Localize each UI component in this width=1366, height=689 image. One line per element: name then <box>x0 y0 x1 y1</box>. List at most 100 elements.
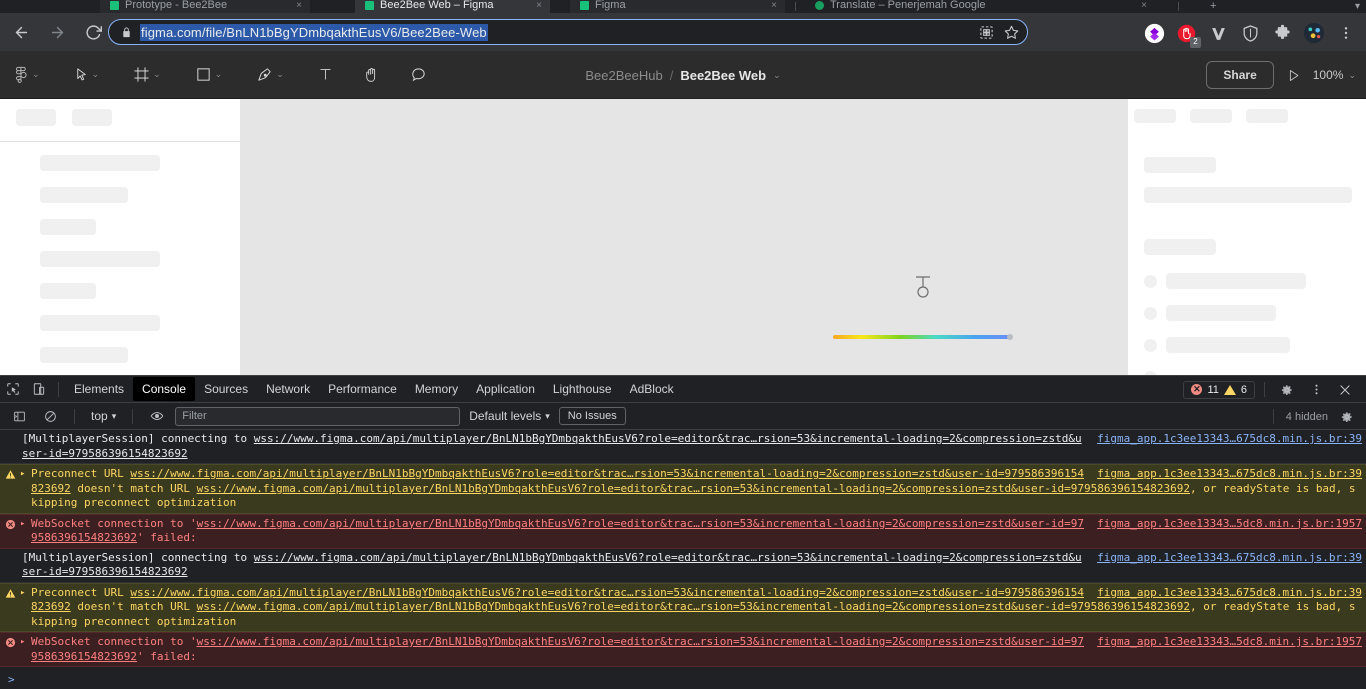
tab-sources[interactable]: Sources <box>195 377 257 401</box>
chevron-down-icon[interactable]: ⌄ <box>773 70 781 81</box>
context-selector[interactable]: top ▾ <box>86 407 121 425</box>
console-message[interactable]: ▸ figma_app.1c3ee13343…5dc8.min.js.br:19… <box>0 632 1366 667</box>
console-sidebar-icon[interactable] <box>6 403 32 429</box>
star-icon[interactable] <box>1004 25 1019 40</box>
tab-close-icon[interactable]: × <box>528 0 542 11</box>
clear-console-icon[interactable] <box>37 403 63 429</box>
tab-favicon <box>110 1 119 10</box>
figma-canvas[interactable]: ? <box>0 99 1366 375</box>
message-source-link[interactable]: figma_app.1c3ee13343…5dc8.min.js.br:1957 <box>1087 517 1362 532</box>
error-circle-icon <box>4 518 17 531</box>
tab-memory[interactable]: Memory <box>406 377 467 401</box>
tab-favicon <box>815 1 824 10</box>
frame-icon[interactable]: ⌄ <box>127 59 167 91</box>
chevron-down-icon[interactable]: ⌄ <box>32 69 40 80</box>
divider <box>1272 409 1274 424</box>
text-t-icon[interactable] <box>312 59 339 91</box>
console-message[interactable]: figma_app.1c3ee13343…675dc8.min.js.br:39… <box>0 548 1366 583</box>
console-message[interactable]: ▸ figma_app.1c3ee13343…675dc8.min.js.br:… <box>0 464 1366 514</box>
console-message[interactable]: figma_app.1c3ee13343…675dc8.min.js.br:39… <box>0 430 1366 464</box>
expand-arrow-icon[interactable]: ▸ <box>20 517 25 532</box>
browser-tab-2[interactable]: Figma × <box>570 0 785 13</box>
error-count: 11 <box>1207 383 1219 396</box>
rectangle-icon[interactable]: ⌄ <box>189 59 229 91</box>
three-dot-menu-icon[interactable] <box>1332 19 1360 47</box>
expand-arrow-icon[interactable]: ▸ <box>20 635 25 650</box>
figma-properties-panel-skeleton <box>1128 99 1366 375</box>
filter-input[interactable] <box>175 406 461 426</box>
figma-extension-icon[interactable] <box>1140 19 1168 47</box>
error-circle-icon <box>4 636 17 649</box>
live-expression-eye-icon[interactable] <box>144 403 170 429</box>
gear-icon[interactable] <box>1274 377 1300 403</box>
console-message-list[interactable]: figma_app.1c3ee13343…675dc8.min.js.br:39… <box>0 430 1366 689</box>
tab-network[interactable]: Network <box>257 377 319 401</box>
breadcrumb-project[interactable]: Bee2BeeHub <box>585 68 662 83</box>
tab-close-icon[interactable]: × <box>288 0 302 11</box>
browser-tab-3[interactable]: Translate – Penerjemah Google × <box>805 0 1155 13</box>
console-message[interactable]: ▸ figma_app.1c3ee13343…5dc8.min.js.br:19… <box>0 513 1366 549</box>
vimium-extension-icon[interactable] <box>1204 19 1232 47</box>
inspect-element-icon[interactable] <box>0 376 26 402</box>
browser-tab-0[interactable]: Prototype - Bee2Bee × <box>100 0 310 13</box>
figma-logo-icon[interactable]: ⌄ <box>8 59 46 91</box>
log-levels-selector[interactable]: Default levels ▾ <box>465 407 554 425</box>
cursor-icon[interactable]: ⌄ <box>68 59 106 91</box>
qr-code-icon[interactable] <box>979 25 994 40</box>
issue-counts[interactable]: ✕ 11 6 <box>1183 380 1255 399</box>
hand-icon[interactable] <box>357 59 386 91</box>
tab-close-icon[interactable]: × <box>763 0 777 11</box>
console-filter-bar: top ▾ Default levels ▾ No Issues 4 hidde… <box>0 403 1366 430</box>
chevron-down-icon[interactable]: ⌄ <box>92 69 100 80</box>
share-button[interactable]: Share <box>1206 61 1274 89</box>
figma-canvas-viewport[interactable] <box>240 99 1128 375</box>
stop-hand-extension-icon[interactable]: 2 <box>1172 19 1201 48</box>
reload-icon[interactable] <box>78 17 108 47</box>
browser-tab-1[interactable]: Bee2Bee Web – Figma × <box>355 0 550 13</box>
play-present-icon[interactable] <box>1286 68 1301 83</box>
console-prompt[interactable]: > <box>0 669 1366 689</box>
pen-icon[interactable]: ⌄ <box>250 59 290 91</box>
new-tab-button[interactable]: + <box>1210 0 1216 12</box>
message-source-link[interactable]: figma_app.1c3ee13343…675dc8.min.js.br:39 <box>1087 432 1362 447</box>
zoom-control[interactable]: 100% ⌄ <box>1313 68 1356 82</box>
expand-arrow-icon[interactable]: ▸ <box>20 586 25 601</box>
chevron-down-icon[interactable]: ⌄ <box>276 69 284 80</box>
tab-application[interactable]: Application <box>467 377 544 401</box>
warning-count: 6 <box>1240 383 1247 396</box>
tab-performance[interactable]: Performance <box>319 377 406 401</box>
address-bar[interactable]: figma.com/file/BnLN1bBgYDmbqakthEusV6/Be… <box>108 19 1028 45</box>
back-arrow-icon[interactable] <box>6 17 36 47</box>
comment-bubble-icon[interactable] <box>404 59 433 91</box>
tab-elements[interactable]: Elements <box>65 377 133 401</box>
three-dot-menu-icon[interactable] <box>1303 377 1329 403</box>
no-issues-button[interactable]: No Issues <box>558 407 626 425</box>
tab-lighthouse[interactable]: Lighthouse <box>544 377 621 401</box>
console-message[interactable]: ▸ figma_app.1c3ee13343…675dc8.min.js.br:… <box>0 582 1366 632</box>
chevron-down-icon[interactable]: ⌄ <box>215 69 223 80</box>
message-source-link[interactable]: figma_app.1c3ee13343…5dc8.min.js.br:1957 <box>1087 635 1362 650</box>
chevron-down-icon: ⌄ <box>1348 69 1356 80</box>
chevron-down-icon[interactable]: ⌄ <box>153 69 161 80</box>
devtools-panel: Elements Console Sources Network Perform… <box>0 375 1366 688</box>
device-toolbar-icon[interactable] <box>26 376 52 402</box>
brave-shield-extension-icon[interactable] <box>1236 19 1264 47</box>
expand-arrow-icon[interactable]: ▸ <box>20 467 25 482</box>
message-link-2[interactable]: wss://www.figma.com/api/multiplayer/BnLN… <box>197 600 1190 613</box>
message-link-2[interactable]: wss://www.figma.com/api/multiplayer/BnLN… <box>197 482 1190 495</box>
message-source-link[interactable]: figma_app.1c3ee13343…675dc8.min.js.br:39 <box>1087 586 1362 601</box>
console-settings-gear-icon[interactable] <box>1334 404 1360 430</box>
tab-console[interactable]: Console <box>133 377 196 401</box>
breadcrumb-file[interactable]: Bee2Bee Web <box>680 68 766 83</box>
message-source-link[interactable]: figma_app.1c3ee13343…675dc8.min.js.br:39 <box>1087 551 1362 566</box>
window-controls[interactable]: ▾ <box>1355 1 1360 12</box>
tab-close-icon[interactable]: × <box>1133 0 1147 11</box>
close-x-icon[interactable] <box>1332 377 1358 403</box>
profile-avatar[interactable] <box>1300 19 1328 47</box>
tab-separator <box>1178 2 1179 11</box>
puzzle-extensions-icon[interactable] <box>1268 19 1296 47</box>
message-source-link[interactable]: figma_app.1c3ee13343…675dc8.min.js.br:39 <box>1087 467 1362 482</box>
forward-arrow-icon[interactable] <box>42 17 72 47</box>
tab-adblock[interactable]: AdBlock <box>621 377 683 401</box>
url-text[interactable]: figma.com/file/BnLN1bBgYDmbqakthEusV6/Be… <box>140 23 488 41</box>
